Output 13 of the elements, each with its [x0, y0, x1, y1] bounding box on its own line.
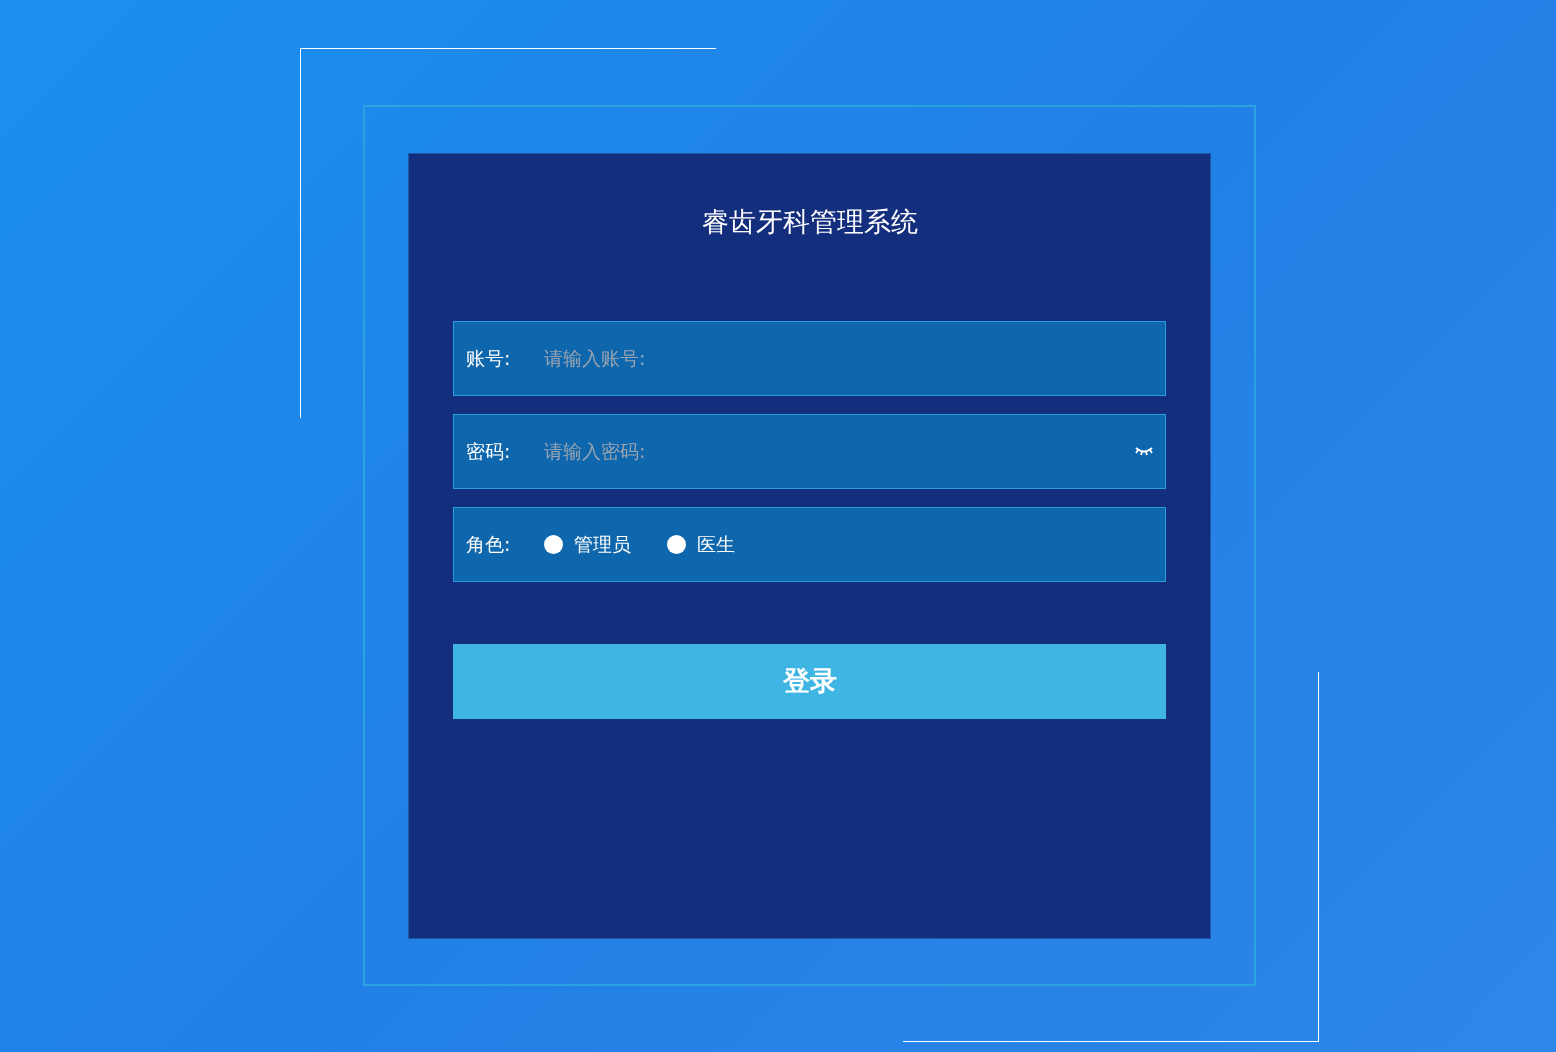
field-label: 密码:	[466, 438, 512, 464]
account-input[interactable]: 请输入账号:	[544, 343, 1153, 373]
radio-button[interactable]	[667, 534, 686, 554]
radio-label[interactable]: 医生	[697, 529, 735, 559]
app-title: 睿齿牙科管理系统	[700, 204, 919, 239]
field-label: 角色:	[466, 531, 512, 557]
radio-button[interactable]	[544, 534, 563, 554]
password-field[interactable]: 密码: 请输入密码:	[453, 413, 1166, 489]
field-label: 账号:	[466, 345, 512, 371]
account-field[interactable]: 账号: 请输入账号:	[453, 320, 1166, 396]
password-input[interactable]: 请输入密码:	[544, 436, 1135, 466]
radio-label[interactable]: 管理员	[574, 529, 631, 559]
closed-eye-icon[interactable]	[1135, 446, 1153, 457]
